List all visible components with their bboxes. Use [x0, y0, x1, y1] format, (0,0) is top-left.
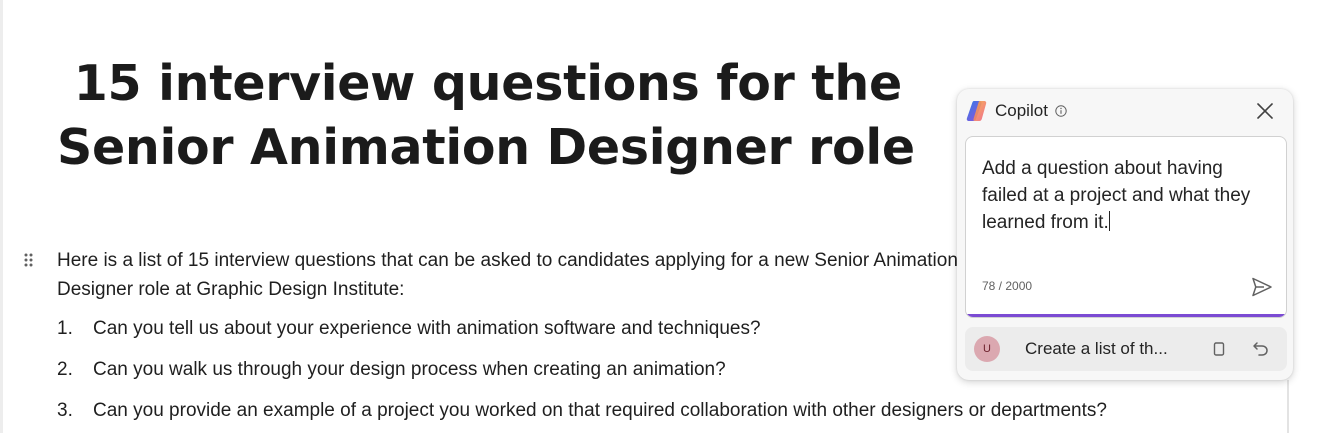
question-list: 1. Can you tell us about your experience… — [57, 314, 1107, 433]
info-icon[interactable] — [1055, 105, 1067, 117]
copilot-header: Copilot — [965, 97, 1067, 125]
list-item[interactable]: 3. Can you provide an example of a proje… — [57, 396, 1107, 433]
drag-handle-icon[interactable] — [22, 250, 36, 270]
send-icon[interactable] — [1250, 275, 1274, 299]
copilot-logo-icon — [966, 101, 987, 121]
copilot-history-item[interactable]: U Create a list of th... — [965, 327, 1287, 371]
document-right-border — [1287, 380, 1289, 433]
document-left-border — [0, 0, 3, 433]
list-item[interactable]: 2. Can you walk us through your design p… — [57, 355, 1107, 396]
list-item-number: 2. — [57, 359, 73, 380]
list-item-number: 3. — [57, 400, 73, 421]
list-item-text: Can you provide an example of a project … — [93, 400, 1107, 421]
copilot-title: Copilot — [995, 101, 1048, 120]
document-title[interactable]: 15 interview questions for the Senior An… — [57, 52, 1057, 180]
close-icon[interactable] — [1255, 101, 1275, 121]
copilot-prompt-input[interactable]: Add a question about having failed at a … — [982, 155, 1272, 236]
undo-icon[interactable] — [1251, 339, 1271, 359]
history-item-label[interactable]: Create a list of th... — [1025, 339, 1168, 359]
list-item-text: Can you walk us through your design proc… — [93, 359, 726, 380]
list-item-number: 1. — [57, 318, 73, 339]
character-count: 78 / 2000 — [982, 279, 1033, 293]
copy-icon[interactable] — [1209, 339, 1229, 359]
text-caret — [1108, 211, 1110, 231]
word-document-page: 15 interview questions for the Senior An… — [0, 0, 1333, 433]
copilot-prompt-box[interactable]: Add a question about having failed at a … — [965, 136, 1287, 318]
copilot-panel: Copilot Add a question about having fail… — [957, 89, 1293, 380]
list-item[interactable]: 1. Can you tell us about your experience… — [57, 314, 1107, 355]
intro-paragraph[interactable]: Here is a list of 15 interview questions… — [57, 246, 962, 304]
avatar: U — [974, 336, 1000, 362]
copilot-prompt-text: Add a question about having failed at a … — [982, 158, 1251, 233]
list-item-text: Can you tell us about your experience wi… — [93, 318, 761, 339]
